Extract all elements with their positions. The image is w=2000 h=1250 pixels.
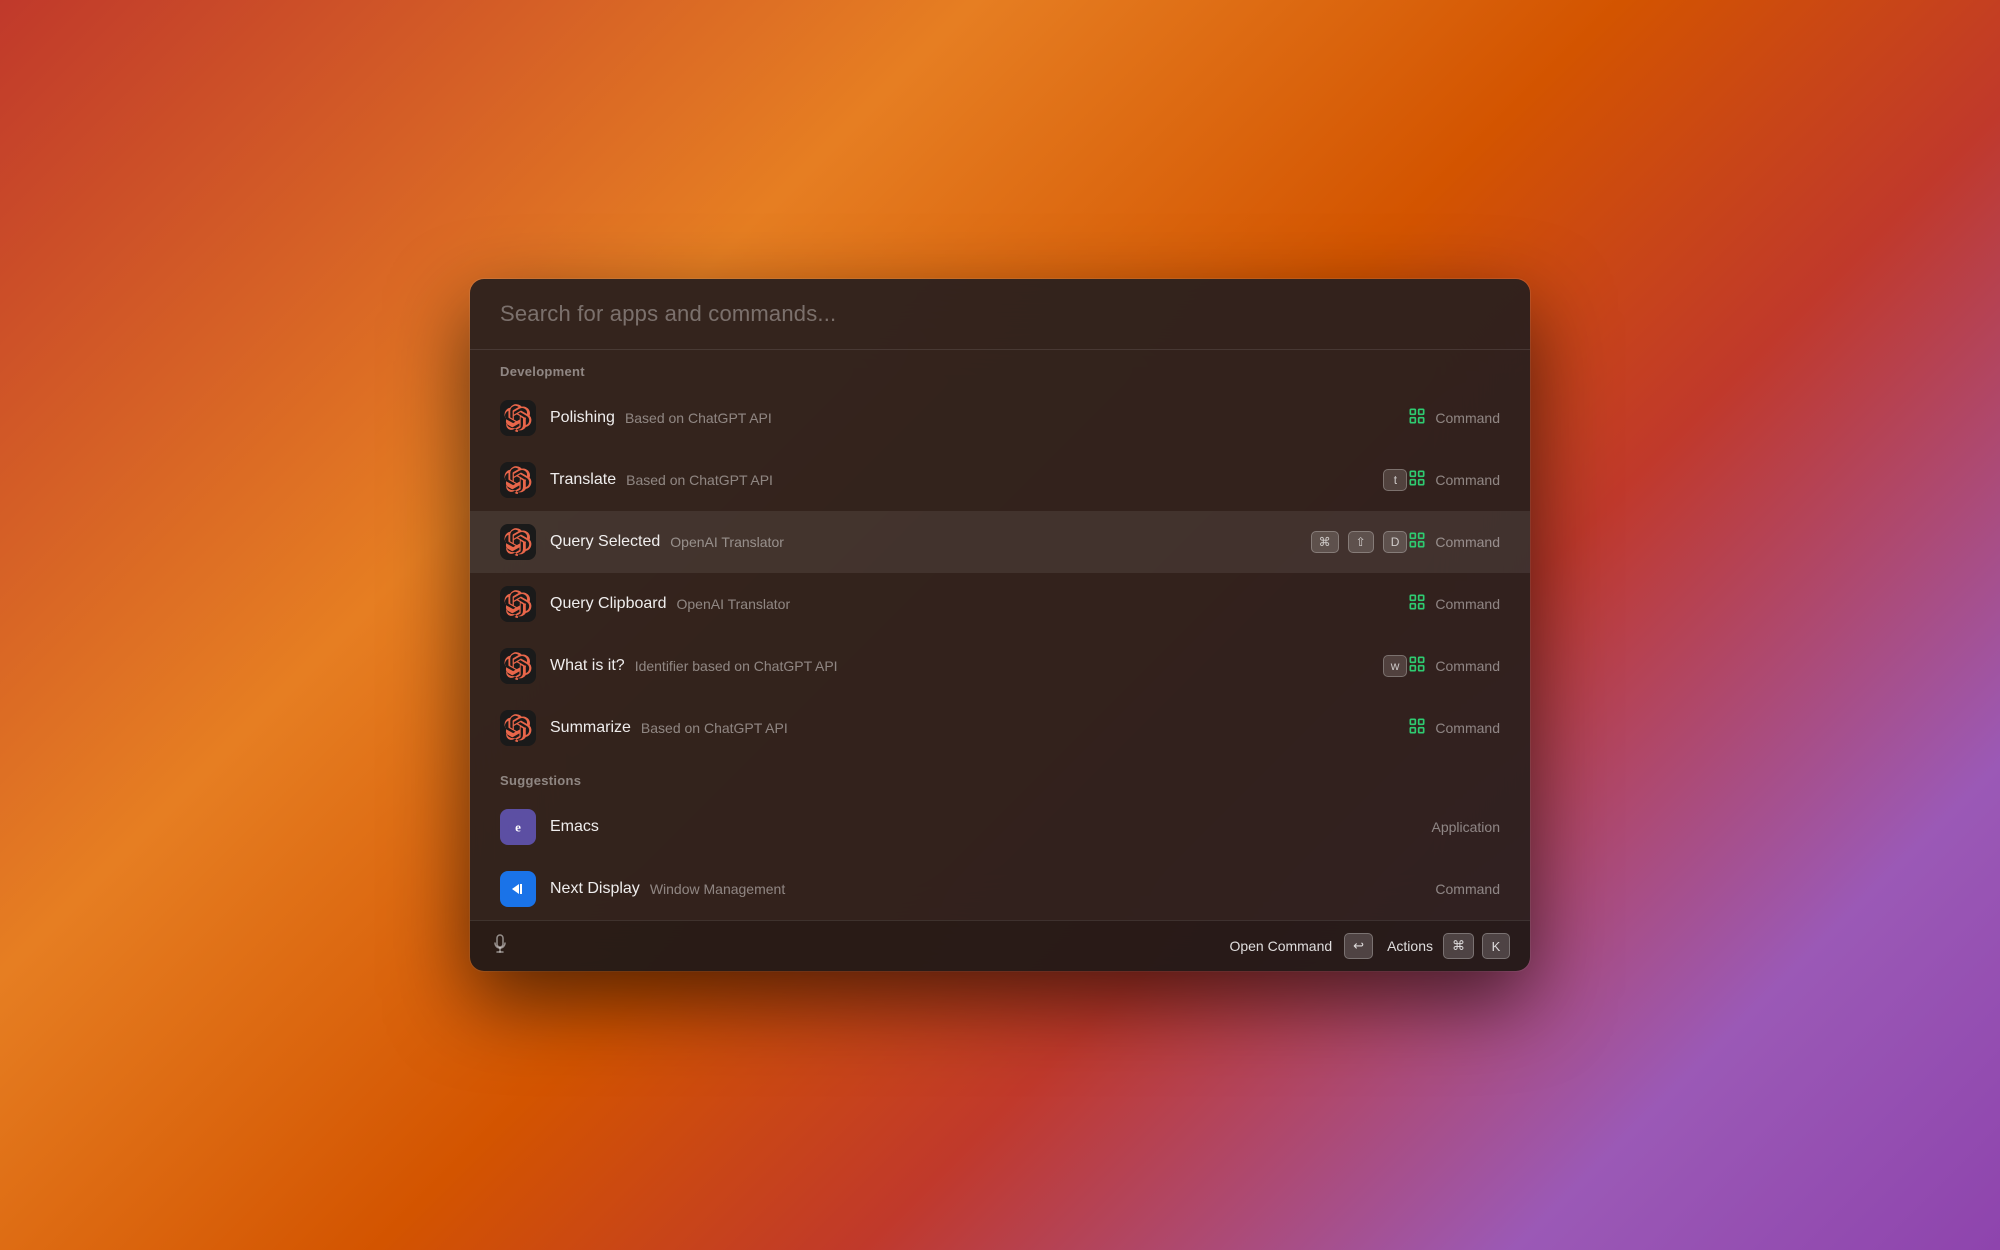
footer: Open Command ↩ Actions ⌘ K: [470, 920, 1530, 971]
item-right-emacs: Application: [1432, 819, 1501, 835]
item-subtitle-what-is-it: Identifier based on ChatGPT API: [635, 658, 1377, 674]
section-development: Development: [470, 350, 1530, 387]
key-badge-d: D: [1383, 531, 1408, 553]
item-title-polishing: Polishing: [550, 409, 615, 427]
type-label-query-clipboard: Command: [1435, 596, 1500, 612]
actions-text: Actions: [1387, 938, 1433, 954]
key-badge-shift: ⇧: [1348, 531, 1374, 553]
item-subtitle-next-display: Window Management: [650, 881, 1436, 897]
mic-icon[interactable]: [490, 934, 510, 959]
type-label-emacs: Application: [1432, 819, 1501, 835]
type-label-what-is-it: Command: [1435, 658, 1500, 674]
kbd-group-query-selected: ⌘ ⇧ D: [1305, 531, 1408, 553]
item-title-query-clipboard: Query Clipboard: [550, 595, 667, 613]
list-item-query-clipboard[interactable]: Query Clipboard OpenAI Translator Comman…: [470, 573, 1530, 635]
list-item-emacs[interactable]: e Emacs Application: [470, 796, 1530, 858]
item-right-translate: Command: [1407, 468, 1500, 493]
item-content-emacs: Emacs: [550, 818, 1432, 836]
content: Development Polishing Based on ChatGPT A…: [470, 350, 1530, 920]
item-right-query-clipboard: Command: [1407, 592, 1500, 617]
item-title-translate: Translate: [550, 471, 616, 489]
item-content-query-clipboard: Query Clipboard OpenAI Translator: [550, 595, 1407, 613]
footer-right: Open Command ↩ Actions ⌘ K: [1229, 933, 1510, 959]
item-content-translate: Translate Based on ChatGPT API t: [550, 469, 1407, 491]
item-subtitle-translate: Based on ChatGPT API: [626, 472, 1377, 488]
type-label-polishing: Command: [1435, 410, 1500, 426]
chatgpt-icon-query-selected: [500, 524, 536, 560]
footer-left: [490, 934, 510, 959]
cmd-key-btn[interactable]: ⌘: [1443, 933, 1474, 959]
item-content-what-is-it: What is it? Identifier based on ChatGPT …: [550, 655, 1407, 677]
command-type-icon-query-selected: [1407, 530, 1427, 555]
command-type-icon-translate: [1407, 468, 1427, 493]
list-item-query-selected[interactable]: Query Selected OpenAI Translator ⌘ ⇧ D: [470, 511, 1530, 573]
item-subtitle-polishing: Based on ChatGPT API: [625, 410, 1407, 426]
item-right-polishing: Command: [1407, 406, 1500, 431]
k-key-btn[interactable]: K: [1482, 933, 1510, 959]
chatgpt-icon-summarize: [500, 710, 536, 746]
item-content-query-selected: Query Selected OpenAI Translator ⌘ ⇧ D: [550, 531, 1407, 553]
type-label-next-display: Command: [1435, 881, 1500, 897]
key-badge-cmd: ⌘: [1311, 531, 1339, 553]
search-bar: [470, 279, 1530, 350]
type-label-translate: Command: [1435, 472, 1500, 488]
command-type-icon-query-clipboard: [1407, 592, 1427, 617]
chatgpt-icon-what-is-it: [500, 648, 536, 684]
chatgpt-icon-translate: [500, 462, 536, 498]
list-item-next-display[interactable]: Next Display Window Management Command: [470, 858, 1530, 920]
list-item-summarize[interactable]: Summarize Based on ChatGPT API Command: [470, 697, 1530, 759]
list-item-polishing[interactable]: Polishing Based on ChatGPT API Command: [470, 387, 1530, 449]
search-input[interactable]: [500, 301, 1500, 327]
item-right-what-is-it: Command: [1407, 654, 1500, 679]
section-suggestions: Suggestions: [470, 759, 1530, 796]
command-type-icon-polishing: [1407, 406, 1427, 431]
item-subtitle-summarize: Based on ChatGPT API: [641, 720, 1408, 736]
list-item-what-is-it[interactable]: What is it? Identifier based on ChatGPT …: [470, 635, 1530, 697]
chatgpt-icon-polishing: [500, 400, 536, 436]
type-label-summarize: Command: [1435, 720, 1500, 736]
svg-text:e: e: [515, 820, 521, 835]
next-display-icon: [500, 871, 536, 907]
item-content-next-display: Next Display Window Management: [550, 880, 1435, 898]
item-title-emacs: Emacs: [550, 818, 599, 836]
item-title-query-selected: Query Selected: [550, 533, 660, 551]
item-right-summarize: Command: [1407, 716, 1500, 741]
item-content-summarize: Summarize Based on ChatGPT API: [550, 719, 1407, 737]
enter-key-btn[interactable]: ↩: [1344, 933, 1373, 959]
emacs-icon: e: [500, 809, 536, 845]
item-subtitle-query-clipboard: OpenAI Translator: [677, 596, 1408, 612]
item-right-next-display: Command: [1435, 881, 1500, 897]
item-title-what-is-it: What is it?: [550, 657, 625, 675]
item-title-summarize: Summarize: [550, 719, 631, 737]
spotlight-window: Development Polishing Based on ChatGPT A…: [470, 279, 1530, 971]
chatgpt-icon-query-clipboard: [500, 586, 536, 622]
command-type-icon-summarize: [1407, 716, 1427, 741]
command-type-icon-what-is-it: [1407, 654, 1427, 679]
open-command-text: Open Command: [1229, 938, 1332, 954]
item-right-query-selected: Command: [1407, 530, 1500, 555]
type-label-query-selected: Command: [1435, 534, 1500, 550]
key-badge-translate: t: [1383, 469, 1407, 491]
item-content-polishing: Polishing Based on ChatGPT API: [550, 409, 1407, 427]
list-item-translate[interactable]: Translate Based on ChatGPT API t Command: [470, 449, 1530, 511]
item-subtitle-query-selected: OpenAI Translator: [670, 534, 1298, 550]
key-badge-what-is-it: w: [1383, 655, 1408, 677]
item-title-next-display: Next Display: [550, 880, 640, 898]
